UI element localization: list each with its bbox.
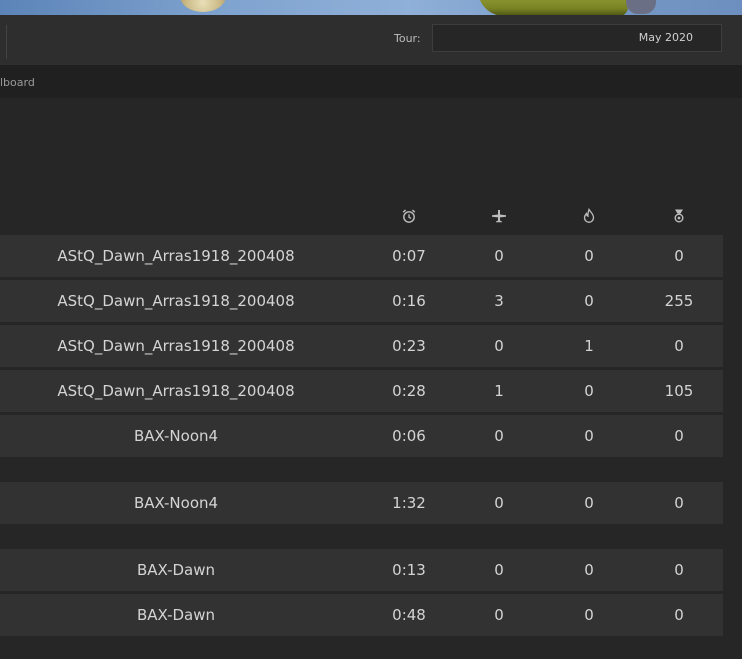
mission-name: AStQ_Dawn_Arras1918_200408 — [57, 247, 295, 265]
mission-name: BAX-Dawn — [136, 606, 215, 624]
table-row[interactable]: AStQ_Dawn_Arras1918_200408 0:07 0 0 0 — [0, 235, 723, 277]
tour-label: Tour: — [394, 32, 421, 45]
flight-time: 0:06 — [392, 427, 426, 445]
flight-time: 0:13 — [392, 561, 426, 579]
flight-time: 0:16 — [392, 292, 426, 310]
mission-name: BAX-Dawn — [136, 561, 215, 579]
ground-kills: 0 — [584, 427, 594, 445]
mission-name: AStQ_Dawn_Arras1918_200408 — [57, 382, 295, 400]
flight-time: 0:23 — [392, 337, 426, 355]
table-row[interactable]: BAX-Noon4 0:06 0 0 0 — [0, 415, 723, 457]
mission-name: AStQ_Dawn_Arras1918_200408 — [57, 337, 295, 355]
flight-time: 0:28 — [392, 382, 426, 400]
sorties-table: AStQ_Dawn_Arras1918_200408 0:07 0 0 0 AS… — [0, 98, 742, 659]
airplane-icon[interactable] — [491, 208, 507, 224]
air-kills: 0 — [494, 247, 504, 265]
ground-kills: 0 — [584, 247, 594, 265]
air-kills: 0 — [494, 606, 504, 624]
flight-time: 0:07 — [392, 247, 426, 265]
ground-kills: 0 — [584, 606, 594, 624]
air-kills: 0 — [494, 337, 504, 355]
breadcrumb-bar: lboard — [0, 66, 742, 98]
ground-kills: 0 — [584, 382, 594, 400]
air-kills: 3 — [494, 292, 504, 310]
mission-name: BAX-Noon4 — [133, 427, 219, 445]
ground-kills: 0 — [584, 561, 594, 579]
flight-time: 0:48 — [392, 606, 426, 624]
score: 0 — [674, 337, 684, 355]
banner-aircraft-detail — [626, 0, 656, 14]
score: 0 — [674, 247, 684, 265]
flight-time: 1:32 — [392, 494, 426, 512]
table-row[interactable]: BAX-Noon4 1:32 0 0 0 — [0, 482, 723, 524]
air-kills: 1 — [494, 382, 504, 400]
ground-kills: 0 — [584, 292, 594, 310]
air-kills: 0 — [494, 494, 504, 512]
air-kills: 0 — [494, 561, 504, 579]
table-row[interactable]: BAX-Dawn 0:48 0 0 0 — [0, 594, 723, 636]
table-row[interactable]: AStQ_Dawn_Arras1918_200408 0:28 1 0 105 — [0, 370, 723, 412]
banner-aircraft — [478, 0, 628, 15]
air-kills: 0 — [494, 427, 504, 445]
score: 0 — [674, 561, 684, 579]
score: 0 — [674, 427, 684, 445]
ground-kills: 1 — [584, 337, 594, 355]
filter-toolbar: Tour: May 2020 — [0, 15, 742, 66]
alarm-clock-icon[interactable] — [401, 208, 417, 224]
score: 255 — [664, 292, 694, 310]
score: 0 — [674, 606, 684, 624]
medal-icon[interactable] — [671, 208, 687, 224]
breadcrumb[interactable]: lboard — [0, 76, 35, 89]
mission-name: AStQ_Dawn_Arras1918_200408 — [57, 292, 295, 310]
mission-name: BAX-Noon4 — [133, 494, 219, 512]
header-banner-image — [0, 0, 742, 15]
table-row[interactable]: AStQ_Dawn_Arras1918_200408 0:16 3 0 255 — [0, 280, 723, 322]
ground-kills: 0 — [584, 494, 594, 512]
score: 105 — [664, 382, 694, 400]
table-row[interactable]: BAX-Dawn 0:13 0 0 0 — [0, 549, 723, 591]
score: 0 — [674, 494, 684, 512]
toolbar-edge-divider — [0, 25, 7, 59]
table-row[interactable]: AStQ_Dawn_Arras1918_200408 0:23 0 1 0 — [0, 325, 723, 367]
fire-icon[interactable] — [581, 208, 597, 224]
tour-select[interactable]: May 2020 — [432, 24, 722, 52]
banner-emblem — [180, 0, 226, 12]
